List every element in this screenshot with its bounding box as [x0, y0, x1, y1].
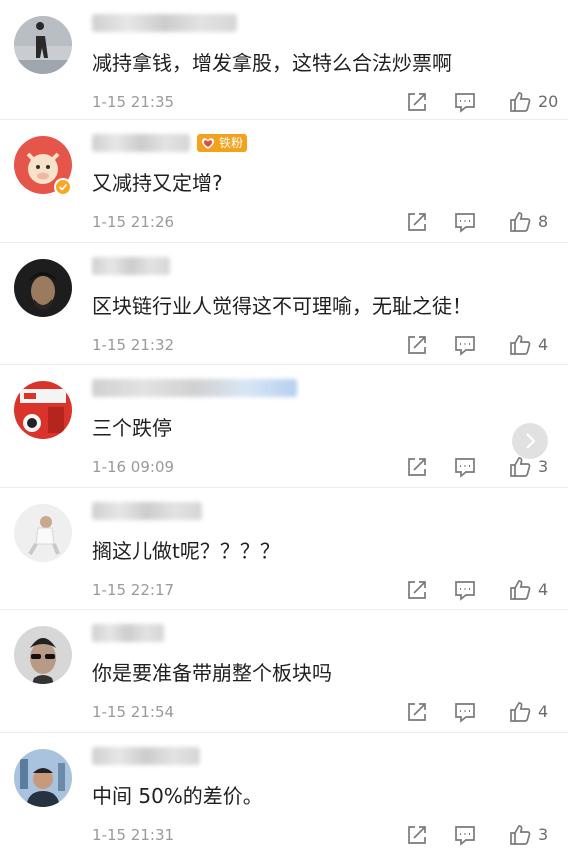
comment-item: 三个跌停 1-16 09:09 3: [0, 365, 568, 488]
comment-time: 1-16 09:09: [92, 458, 175, 477]
thumbs-up-icon[interactable]: [508, 578, 532, 602]
thumbs-up-icon[interactable]: [508, 823, 532, 847]
fan-heart-icon: [201, 138, 215, 149]
chevron-right-icon: [526, 433, 536, 449]
comment-time: 1-15 21:54: [92, 703, 175, 722]
username-blurred[interactable]: [92, 14, 237, 32]
comment-text: 中间 50%的差价。: [92, 783, 263, 808]
comment-item: 区块链行业人觉得这不可理喻，无耻之徒！ 1-15 21:32 4: [0, 243, 568, 366]
comment-meta: 1-15 22:17 4: [92, 578, 552, 602]
share-icon[interactable]: [405, 90, 429, 114]
avatar[interactable]: [14, 503, 72, 562]
comment-meta: 1-15 21:26 8: [92, 210, 552, 234]
avatar[interactable]: [14, 626, 72, 685]
fan-badge: 铁粉: [197, 134, 248, 152]
comment-icon[interactable]: [453, 210, 477, 234]
like-count: 3: [538, 457, 549, 477]
comment-meta: 1-16 09:09 3: [92, 455, 552, 479]
comment-text: 你是要准备带崩整个板块吗: [92, 661, 332, 686]
comment-time: 1-15 21:26: [92, 213, 175, 231]
comment-meta: 1-15 21:35 20: [92, 90, 558, 114]
avatar[interactable]: [14, 748, 72, 807]
username-blurred[interactable]: [92, 256, 170, 275]
comment-time: 1-15 21:35: [92, 93, 175, 111]
comment-text: 三个跌停: [92, 416, 172, 441]
comment-icon[interactable]: [453, 333, 477, 357]
thumbs-up-icon[interactable]: [508, 210, 532, 234]
share-icon[interactable]: [405, 700, 429, 724]
thumbs-up-icon[interactable]: [508, 90, 532, 114]
avatar[interactable]: [14, 381, 72, 440]
verified-badge-icon: [54, 178, 72, 196]
share-icon[interactable]: [405, 823, 429, 847]
comment-icon[interactable]: [453, 823, 477, 847]
comment-item: 你是要准备带崩整个板块吗 1-15 21:54 4: [0, 610, 568, 733]
comment-icon[interactable]: [453, 578, 477, 602]
comment-item: 中间 50%的差价。 1-15 21:31 3: [0, 733, 568, 856]
comment-time: 1-15 22:17: [92, 580, 175, 599]
comment-meta: 1-15 21:31 3: [92, 823, 552, 847]
like-count: 8: [538, 212, 549, 231]
comment-text: 又减持又定增?: [92, 171, 223, 195]
like-count: 4: [538, 702, 549, 722]
like-count: 4: [538, 334, 549, 354]
comment-time: 1-15 21:32: [92, 335, 175, 354]
comment-icon[interactable]: [453, 700, 477, 724]
share-icon[interactable]: [405, 455, 429, 479]
share-icon[interactable]: [405, 210, 429, 234]
comment-text: 搁这儿做t呢？？？？: [92, 538, 280, 563]
comment-icon[interactable]: [453, 455, 477, 479]
comment-meta: 1-15 21:32 4: [92, 333, 552, 357]
avatar[interactable]: [14, 16, 72, 74]
fan-badge-label: 铁粉: [219, 136, 244, 150]
share-icon[interactable]: [405, 333, 429, 357]
like-count: 4: [538, 579, 549, 599]
username-blurred[interactable]: [92, 379, 297, 398]
comment-item: 铁粉 又减持又定增? 1-15 21:26 8: [0, 120, 568, 243]
share-icon[interactable]: [405, 578, 429, 602]
comment-item: 搁这儿做t呢？？？？ 1-15 22:17 4: [0, 488, 568, 611]
username-blurred[interactable]: [92, 134, 190, 152]
avatar[interactable]: [14, 258, 72, 317]
comment-list: 减持拿钱，增发拿股，这特么合法炒票啊 1-15 21:35 20 铁粉 又减持又…: [0, 0, 568, 856]
comment-icon[interactable]: [453, 90, 477, 114]
comment-text: 减持拿钱，增发拿股，这特么合法炒票啊: [92, 51, 452, 75]
thumbs-up-icon[interactable]: [508, 333, 532, 357]
thumbs-up-icon[interactable]: [508, 700, 532, 724]
username-blurred[interactable]: [92, 501, 202, 520]
comment-meta: 1-15 21:54 4: [92, 700, 552, 724]
like-count: 3: [538, 824, 549, 844]
comment-time: 1-15 21:31: [92, 825, 175, 844]
comment-item: 减持拿钱，增发拿股，这特么合法炒票啊 1-15 21:35 20: [0, 0, 568, 120]
comment-text: 区块链行业人觉得这不可理喻，无耻之徒！: [92, 293, 472, 318]
username-blurred[interactable]: [92, 624, 164, 643]
like-count: 20: [538, 92, 559, 111]
next-page-button[interactable]: [512, 423, 548, 459]
username-blurred[interactable]: [92, 746, 200, 765]
